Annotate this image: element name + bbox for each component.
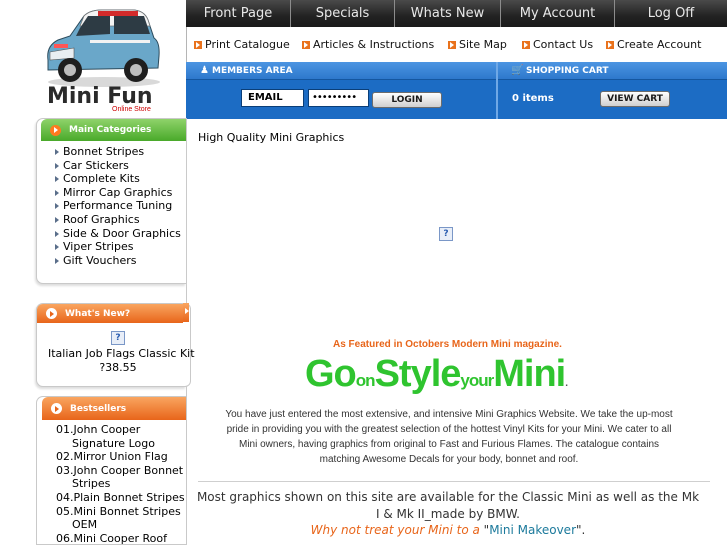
triangle-icon <box>55 257 59 264</box>
arrow-icon <box>194 40 202 49</box>
triangle-icon <box>55 216 59 223</box>
triangle-icon <box>55 203 59 210</box>
category-side-door-graphics[interactable]: Side & Door Graphics <box>37 227 186 241</box>
arrow-icon <box>522 40 530 49</box>
whats-new-box: What's New? <box>36 303 186 387</box>
create-account-link[interactable]: Create Account <box>606 38 701 51</box>
password-input[interactable]: ••••••••• <box>308 89 369 107</box>
members-cart-bar: ♟ MEMBERS AREA 🛒 SHOPPING CART EMAIL •••… <box>186 62 727 119</box>
site-map-link[interactable]: Site Map <box>448 38 507 51</box>
makeover-line: Why not treat your Mini to a "Mini Makeo… <box>310 523 586 537</box>
main-image-placeholder: ? <box>439 227 453 241</box>
tab-front-page[interactable]: Front Page <box>186 0 290 27</box>
arrow-icon <box>185 308 189 314</box>
triangle-icon <box>55 149 59 155</box>
category-mirror-cap-graphics[interactable]: Mirror Cap Graphics <box>37 186 186 200</box>
arrow-icon <box>606 40 614 49</box>
bestseller-item[interactable]: 05.Mini Bonnet Stripes <box>37 505 186 519</box>
mini-makeover-link[interactable]: Mini Makeover <box>489 523 576 537</box>
cart-item-count: 0 items <box>512 93 554 104</box>
compatibility-text: Most graphics shown on this site are ava… <box>196 490 700 521</box>
main-categories-box: Main Categories Bonnet Stripes Car Stick… <box>36 118 186 284</box>
bestseller-item-cont[interactable]: Stripes <box>37 477 186 491</box>
articles-link[interactable]: Articles & Instructions <box>302 38 434 51</box>
category-bonnet-stripes[interactable]: Bonnet Stripes <box>37 145 186 159</box>
whats-new-header: What's New? <box>37 304 186 323</box>
bestseller-item[interactable]: 06.Mini Cooper Roof <box>37 532 186 545</box>
arrow-icon <box>51 403 62 414</box>
tab-whats-new[interactable]: Whats New <box>394 0 500 27</box>
bestsellers-box: Bestsellers 01.John Cooper Signature Log… <box>36 396 186 545</box>
divider <box>198 481 710 482</box>
logo-subtitle: Online Store <box>112 106 151 113</box>
contact-us-link[interactable]: Contact Us <box>522 38 593 51</box>
arrow-icon <box>50 124 61 136</box>
triangle-icon <box>55 230 59 237</box>
members-area-title: MEMBERS AREA <box>212 66 293 76</box>
top-navigation: Front Page Specials Whats New My Account… <box>186 0 727 27</box>
category-roof-graphics[interactable]: Roof Graphics <box>37 213 186 227</box>
tab-my-account[interactable]: My Account <box>500 0 614 27</box>
slogan-banner: GoonStyleyourMini. <box>305 353 568 395</box>
category-car-stickers[interactable]: Car Stickers <box>37 159 186 173</box>
arrow-icon <box>302 40 310 49</box>
bestseller-item[interactable]: 03.John Cooper Bonnet <box>37 464 186 478</box>
logo-area[interactable]: Mini Fun Online Store <box>0 0 186 118</box>
print-catalogue-link[interactable]: Print Catalogue <box>194 38 290 51</box>
tab-log-off[interactable]: Log Off <box>614 0 727 27</box>
triangle-icon <box>55 162 59 169</box>
arrow-icon <box>448 40 456 49</box>
triangle-icon <box>55 189 59 196</box>
category-complete-kits[interactable]: Complete Kits <box>37 172 186 186</box>
bestseller-item-cont[interactable]: OEM <box>37 518 186 532</box>
email-input[interactable]: EMAIL <box>241 89 304 107</box>
category-gift-vouchers[interactable]: Gift Vouchers <box>37 254 186 268</box>
tab-specials[interactable]: Specials <box>290 0 394 27</box>
cart-icon: 🛒 <box>511 65 524 76</box>
bestsellers-header: Bestsellers <box>42 397 186 420</box>
triangle-icon <box>55 244 59 251</box>
product-image-placeholder[interactable]: ? <box>111 331 125 345</box>
intro-paragraph: You have just entered the most extensive… <box>225 409 673 465</box>
whats-new-product-name[interactable]: Italian Job Flags Classic Kit <box>48 347 195 360</box>
secondary-links: Print Catalogue Articles & Instructions … <box>186 27 727 62</box>
page-title: High Quality Mini Graphics <box>198 131 345 144</box>
mini-car-logo-image <box>47 9 160 87</box>
bestseller-item[interactable]: 02.Mirror Union Flag <box>37 450 186 464</box>
category-performance-tuning[interactable]: Performance Tuning <box>37 199 186 213</box>
triangle-icon <box>55 176 59 183</box>
bestseller-item[interactable]: 01.John Cooper <box>37 423 186 437</box>
bestseller-item-cont[interactable]: Signature Logo <box>37 437 186 451</box>
arrow-icon <box>46 308 57 319</box>
user-icon: ♟ <box>200 65 209 76</box>
shopping-cart-title: SHOPPING CART <box>526 66 609 76</box>
category-viper-stripes[interactable]: Viper Stripes <box>37 240 186 254</box>
featured-text: As Featured in Octobers Modern Mini maga… <box>333 339 562 350</box>
view-cart-button[interactable]: VIEW CART <box>600 91 670 107</box>
bestseller-item[interactable]: 04.Plain Bonnet Stripes <box>37 491 186 505</box>
login-button[interactable]: LOGIN <box>372 92 442 108</box>
whats-new-product-price: ?38.55 <box>99 361 137 374</box>
main-categories-header: Main Categories <box>41 119 186 141</box>
bar-divider <box>496 62 498 119</box>
